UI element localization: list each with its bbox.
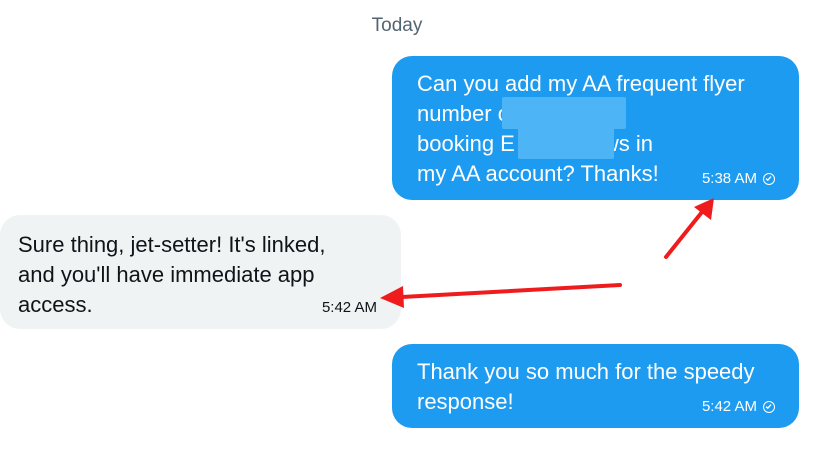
message-meta: 5:42 AM xyxy=(702,398,775,416)
message-meta: 5:42 AM xyxy=(322,299,377,317)
date-separator: Today xyxy=(371,15,423,36)
received-message-bubble[interactable]: Sure thing, jet-setter! It's linked, and… xyxy=(0,215,401,329)
redacted-region xyxy=(502,97,626,129)
message-timestamp: 5:42 AM xyxy=(701,398,757,415)
message-timestamp: 5:38 AM xyxy=(701,170,757,187)
check-circle-icon xyxy=(763,173,775,185)
sent-message-bubble[interactable]: Can you add my AA frequent flyer number … xyxy=(392,56,799,200)
message-timestamp: 5:42 AM xyxy=(321,299,377,316)
message-meta: 5:38 AM xyxy=(702,170,775,188)
check-circle-icon xyxy=(763,401,775,413)
annotation-arrow xyxy=(380,283,622,308)
redacted-region xyxy=(518,127,614,159)
annotation-arrow xyxy=(664,198,714,259)
sent-message-bubble[interactable]: Thank you so much for the speedy respons… xyxy=(392,344,799,428)
